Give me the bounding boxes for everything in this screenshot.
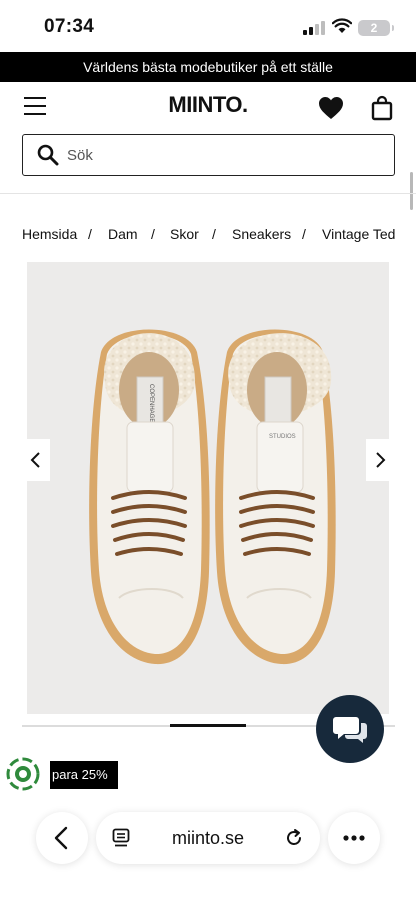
header-divider — [0, 193, 416, 194]
breadcrumb-item-dam[interactable]: Dam — [108, 226, 138, 242]
tabs-icon — [112, 828, 130, 847]
more-icon — [343, 835, 365, 841]
status-time: 07:34 — [44, 16, 95, 37]
gallery-prev-button[interactable] — [22, 439, 50, 481]
address-bar[interactable]: miinto.se — [96, 812, 320, 864]
page-scrollbar[interactable] — [410, 172, 413, 210]
reload-icon[interactable] — [284, 828, 304, 848]
chevron-left-icon — [30, 452, 40, 468]
savings-label: para 25% — [50, 761, 118, 789]
wifi-icon — [332, 18, 352, 33]
sneakers-illustration: COPENHAGEN STUDIOS STUDIOS — [89, 329, 336, 665]
battery-icon: 2 — [358, 20, 394, 36]
savings-badge[interactable]: para 25% — [6, 757, 118, 791]
browser-toolbar: miinto.se — [0, 808, 416, 868]
signal-icon — [303, 21, 325, 35]
breadcrumb-separator: / — [302, 226, 306, 242]
breadcrumb-item-hemsida[interactable]: Hemsida — [22, 226, 77, 242]
site-header: MIINTO. — [0, 82, 416, 134]
chevron-right-icon — [376, 452, 386, 468]
search-icon — [37, 144, 59, 166]
breadcrumb-separator: / — [212, 226, 216, 242]
more-button[interactable] — [328, 812, 380, 864]
browser-back-button[interactable] — [36, 812, 88, 864]
search-input[interactable] — [67, 145, 367, 165]
back-icon — [54, 826, 68, 850]
breadcrumb-item-skor[interactable]: Skor — [170, 226, 199, 242]
promo-banner: Världens bästa modebutiker på ett ställe — [0, 52, 416, 82]
breadcrumb: Hemsida / Dam / Skor / Sneakers / Vintag… — [22, 226, 416, 246]
breadcrumb-separator: / — [151, 226, 155, 242]
breadcrumb-item-sneakers[interactable]: Sneakers — [232, 226, 291, 242]
url-text[interactable]: miinto.se — [172, 828, 244, 849]
heart-icon[interactable] — [318, 96, 344, 120]
breadcrumb-separator: / — [88, 226, 92, 242]
breadcrumb-item-product[interactable]: Vintage Ted — [322, 226, 395, 242]
status-bar: 07:34 2 — [0, 0, 416, 52]
left-shoe: COPENHAGEN STUDIOS — [89, 329, 210, 665]
product-image[interactable]: COPENHAGEN STUDIOS STUDIOS — [27, 262, 389, 714]
shopping-bag-icon[interactable] — [371, 95, 393, 121]
gallery-next-button[interactable] — [366, 439, 394, 481]
heel-brand-label: STUDIOS — [269, 434, 296, 440]
chat-icon — [333, 717, 367, 743]
search-box[interactable] — [22, 134, 395, 176]
chat-button[interactable] — [316, 695, 384, 763]
battery-level: 2 — [370, 21, 378, 35]
circular-badge-icon — [6, 757, 40, 791]
logo[interactable]: MIINTO. — [0, 92, 416, 118]
right-shoe: STUDIOS — [215, 329, 336, 665]
gallery-progress-indicator[interactable] — [170, 724, 246, 727]
